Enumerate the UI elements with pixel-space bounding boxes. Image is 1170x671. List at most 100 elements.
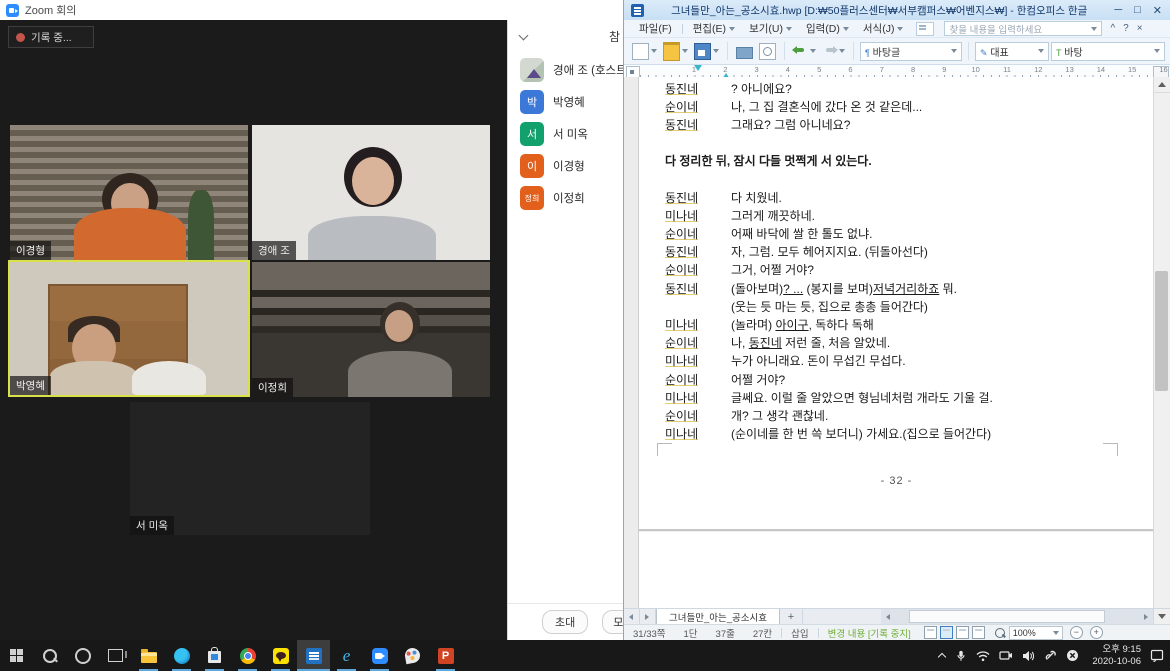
menu-input[interactable]: 입력(D) <box>799 21 856 36</box>
view-mode-button[interactable] <box>956 626 969 639</box>
dialogue-text: (놀라며) 아이구, 독하다 독해 <box>731 316 874 333</box>
hidden-icons-chevron[interactable] <box>938 652 946 660</box>
taskbar-icon-search[interactable] <box>33 640 66 671</box>
menu-file[interactable]: 파일(F) <box>632 21 679 36</box>
menu-edit[interactable]: 편집(E) <box>686 21 742 36</box>
recording-badge[interactable]: 기록 중... <box>8 26 94 48</box>
invite-button[interactable]: 초대 <box>542 610 588 634</box>
open-button[interactable] <box>661 42 690 61</box>
magnifier-icon[interactable] <box>995 628 1005 638</box>
undo-button[interactable] <box>791 44 818 59</box>
status-insert-mode[interactable]: 삽입 <box>782 626 817 640</box>
taskbar-icon-kakaotalk[interactable] <box>264 640 297 671</box>
redo-button[interactable] <box>820 44 847 59</box>
hscroll-left-button[interactable] <box>881 609 895 624</box>
chevron-down-icon[interactable] <box>520 32 528 40</box>
disconnect-icon[interactable] <box>1066 649 1079 662</box>
ruler-number: 5 <box>813 65 825 74</box>
windows-taskbar: e P 오후 9:15 2020-10-06 <box>0 640 1170 671</box>
view-mode-button[interactable] <box>924 626 937 639</box>
taskbar-icon-cortana[interactable] <box>66 640 99 671</box>
scrollbar-thumb[interactable] <box>1155 271 1168 391</box>
dialogue-line: 동진네자, 그럼. 모두 헤어지지요. (뒤돌아선다) <box>639 243 1154 261</box>
vertical-scrollbar[interactable] <box>1153 77 1170 608</box>
internet-explorer-icon: e <box>343 647 351 664</box>
maximize-button[interactable]: □ <box>1134 4 1141 17</box>
participant-row[interactable]: 정희 이정희 <box>508 182 624 214</box>
help-button[interactable]: ? <box>1123 23 1129 34</box>
theme-dropdown[interactable]: ✎ 대표 <box>975 42 1049 61</box>
document-tab[interactable]: 그녀들만_아는_공소시효 <box>656 609 780 624</box>
camera-icon[interactable] <box>999 650 1013 661</box>
taskbar-icon-edge[interactable] <box>165 640 198 671</box>
paragraph-style-dropdown[interactable]: ¶ 바탕글 <box>860 42 962 61</box>
notification-center-icon[interactable] <box>1150 649 1164 662</box>
taskbar-icon-powerpoint[interactable]: P <box>429 640 462 671</box>
taskbar-icon-chrome[interactable] <box>231 640 264 671</box>
video-tile-1[interactable]: 이경형 <box>10 125 248 260</box>
new-tab-button[interactable]: + <box>780 609 803 624</box>
zoom-level-dropdown[interactable]: 100% <box>1009 626 1063 640</box>
menu-format[interactable]: 서식(J) <box>856 21 911 36</box>
chevron-down-icon <box>651 49 657 53</box>
taskbar-icon-internet-explorer[interactable]: e <box>330 640 363 671</box>
tab-scroll-right-button[interactable] <box>640 609 656 624</box>
participant-row[interactable]: 서 서 미옥 <box>508 118 624 150</box>
ribbon-collapse-button[interactable]: ^ <box>1110 23 1115 34</box>
avatar: 이 <box>520 154 544 178</box>
minimize-button[interactable]: ─ <box>1114 4 1122 17</box>
mute-all-button[interactable]: 모 <box>602 610 624 634</box>
zoom-titlebar[interactable]: Zoom 회의 <box>0 0 623 20</box>
taskbar-icon-task-view[interactable] <box>99 640 132 671</box>
video-tile-3-active-speaker[interactable]: 박영혜 <box>8 260 250 397</box>
view-mode-button-active[interactable] <box>940 626 953 639</box>
scroll-down-button[interactable] <box>1153 609 1170 624</box>
zoom-in-button[interactable]: + <box>1090 626 1103 639</box>
menu-view[interactable]: 보기(U) <box>742 21 799 36</box>
participant-row[interactable]: 경애 조 (호스트, <box>508 54 624 86</box>
video-tile-5-camera-off[interactable]: 서 미옥 <box>130 402 370 535</box>
participant-name: 박영혜 <box>553 94 585 110</box>
save-button[interactable] <box>692 43 721 60</box>
dialogue-line: 미나네그러게 깨끗하네. <box>639 206 1154 224</box>
clock[interactable]: 오후 9:15 2020-10-06 <box>1092 644 1141 668</box>
taskbar-icon-start[interactable] <box>0 640 33 671</box>
preview-button[interactable] <box>757 43 778 60</box>
taskbar-icon-paint-3d[interactable] <box>396 640 429 671</box>
zoom-out-button[interactable]: − <box>1070 626 1083 639</box>
close-button[interactable]: ✕ <box>1153 4 1162 17</box>
view-mode-button[interactable] <box>972 626 985 639</box>
print-button[interactable] <box>734 44 755 59</box>
scrollbar-thumb[interactable] <box>909 610 1105 623</box>
taskbar-icon-file-explorer[interactable] <box>132 640 165 671</box>
hscroll-right-button[interactable] <box>1139 609 1153 624</box>
video-tile-2[interactable]: 경애 조 <box>252 125 490 260</box>
taskbar-icon-store[interactable] <box>198 640 231 671</box>
participants-panel-header: 참 <box>508 20 624 54</box>
tab-scroll-left-button[interactable] <box>624 609 640 624</box>
hwp-titlebar[interactable]: 그녀들만_아는_공소시효.hwp [D:₩50플러스센터₩서부캠퍼스₩어벤지스₩… <box>624 0 1170 20</box>
participant-row[interactable]: 박 박영혜 <box>508 86 624 118</box>
taskbar-icon-zoom[interactable] <box>363 640 396 671</box>
speaker-name: 동진네 <box>665 189 717 206</box>
video-tile-4[interactable]: 이정희 <box>252 262 490 397</box>
taskbar-icon-hwp[interactable] <box>297 640 330 671</box>
chevron-down-icon <box>951 49 957 53</box>
microphone-icon[interactable] <box>955 649 967 663</box>
status-track-changes[interactable]: 변경 내용 [기록 중지] <box>819 626 920 640</box>
document-page[interactable]: 동진네? 아니에요?순이네나, 그 집 결혼식에 갔다 온 것 같은데...동진… <box>639 77 1154 608</box>
scroll-up-button[interactable] <box>1154 77 1170 93</box>
volume-icon[interactable] <box>1022 650 1035 662</box>
horizontal-scrollbar[interactable] <box>895 609 1139 624</box>
speaker-name: 동진네 <box>665 280 717 297</box>
font-dropdown[interactable]: T 바탕 <box>1051 42 1165 61</box>
new-document-button[interactable] <box>630 43 659 60</box>
wifi-icon[interactable] <box>976 650 990 662</box>
link-icon[interactable] <box>1044 649 1057 662</box>
search-input[interactable]: 찾을 내용을 입력하세요 <box>944 21 1102 36</box>
ribbon-close-button[interactable]: × <box>1137 23 1143 34</box>
divider <box>682 24 683 34</box>
participant-name: 이경형 <box>553 158 585 174</box>
participant-row[interactable]: 이 이경형 <box>508 150 624 182</box>
toolbar-options-button[interactable] <box>916 22 934 36</box>
